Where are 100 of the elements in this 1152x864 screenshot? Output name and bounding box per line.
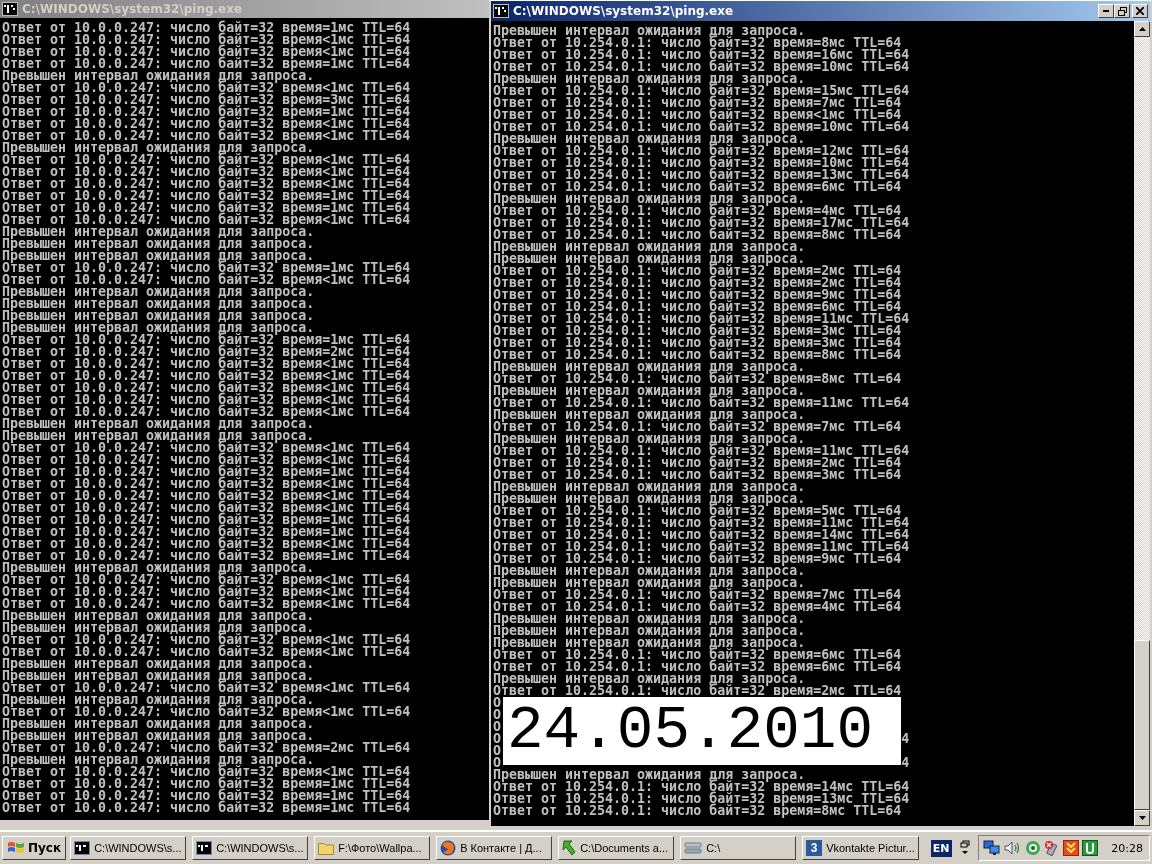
scroll-up-button[interactable] <box>1134 21 1150 37</box>
console-line: Превышен интервал ожидания для запроса. <box>2 298 316 310</box>
arrow-icon <box>562 840 577 856</box>
minimize-button[interactable] <box>1098 4 1114 18</box>
console-line: Превышен интервал ожидания для запроса. <box>493 481 806 493</box>
console-line: Превышен интервал ожидания для запроса. <box>493 625 807 637</box>
globe-icon <box>440 840 457 856</box>
console-line: Превышен интервал ожидания для запроса. <box>493 193 806 205</box>
console-line: Превышен интервал ожидания для запроса. <box>2 238 316 250</box>
console-line: Ответ от 10.0.0.247: число байт=32 время<1мс TTL=64 <box>2 646 412 658</box>
console-line: Превышен интервал ожидания для запроса. <box>493 241 806 253</box>
scrollbar[interactable] <box>1134 21 1150 826</box>
console-line: Превышен интервал ожидания для запроса. <box>2 430 315 442</box>
start-button[interactable]: Пуск <box>2 836 67 860</box>
restore-icon <box>1117 6 1127 16</box>
console-line: О <box>493 757 501 769</box>
console-line: Превышен интервал ожидания для запроса. <box>2 718 315 730</box>
console-line: Ответ от 10.254.0.1: число байт=32 время=8мс TTL=64 <box>493 229 903 241</box>
taskbar-button[interactable]: C:\WINDOWS\s... <box>70 836 187 860</box>
console-line: О <box>493 697 501 709</box>
console-line: Превышен интервал ожидания для запроса. <box>2 310 316 322</box>
up-arrow-icon <box>1138 27 1146 31</box>
console-line: 4 <box>901 733 910 745</box>
console-line: Превышен интервал ожидания для запроса. <box>493 73 806 85</box>
ring-icon[interactable] <box>1025 840 1042 856</box>
console-line: Ответ от 10.0.0.247: число байт=32 время<1мс TTL=64 <box>2 274 412 286</box>
download-icon[interactable] <box>1063 840 1080 856</box>
restore-button[interactable] <box>1114 4 1130 18</box>
console-line: Превышен интервал ожидания для запроса. <box>493 25 806 37</box>
console-line: Ответ от 10.254.0.1: число байт=32 время=8мс TTL=64 <box>493 805 903 817</box>
console-line: Превышен интервал ожидания для запроса. <box>493 493 806 505</box>
scroll-thumb[interactable] <box>1134 640 1150 810</box>
taskbar-button[interactable]: В Контакте | Д... <box>436 836 553 860</box>
console-line: О <box>493 709 501 721</box>
console-line: Превышен интервал ожидания для запроса. <box>2 658 315 670</box>
taskbar-button[interactable]: C:\Documents a... <box>558 836 675 860</box>
console-line: Превышен интервал ожидания для запроса. <box>2 418 315 430</box>
console-line: Превышен интервал ожидания для запроса. <box>493 409 806 421</box>
date-stamp: 24.05.2010 <box>503 697 901 765</box>
console-line: Превышен интервал ожидания для запроса. <box>493 613 806 625</box>
torrent-icon[interactable] <box>1082 840 1099 856</box>
console-icon <box>196 841 213 855</box>
console-line: Превышен интервал ожидания для запроса. <box>2 562 315 574</box>
console-line: Превышен интервал ожидания для запроса. <box>493 577 806 589</box>
console-line: Ответ от 10.254.0.1: число байт=32 время=7мс TTL=64 <box>493 421 903 433</box>
console-line: Превышен интервал ожидания для запроса. <box>493 133 806 145</box>
down-arrow-icon <box>1138 816 1146 820</box>
console-line: Превышен интервал ожидания для запроса. <box>2 70 315 82</box>
taskbar-button[interactable]: C:\WINDOWS\s... <box>192 836 309 860</box>
number-icon: 3 <box>806 840 823 856</box>
console-line: Ответ от 10.254.0.1: число байт=32 время=6мс TTL=64 <box>493 661 903 673</box>
console-line: О <box>493 745 501 757</box>
console-line: Превышен интервал ожидания для запроса. <box>2 286 315 298</box>
console-line: 4 <box>901 757 910 769</box>
console-line: О <box>493 733 501 745</box>
console-line: Ответ от 10.0.0.247: число байт=32 время=1мс TTL=64 <box>2 58 412 70</box>
console-line: Превышен интервал ожидания для запроса. <box>493 673 806 685</box>
console-line: Ответ от 10.0.0.247: число байт=32 время=1мс TTL=64 <box>2 802 412 814</box>
console-icon <box>2 2 18 16</box>
console-line: Ответ от 10.254.0.1: число байт=32 время=3мс TTL=64 <box>493 469 903 481</box>
console-line: Ответ от 10.0.0.247: число байт=32 время=1мс TTL=64 <box>2 550 412 562</box>
console-line: Ответ от 10.0.0.247: число байт=32 время<1мс TTL=64 <box>2 598 412 610</box>
scroll-down-button[interactable] <box>1134 810 1150 826</box>
console-icon <box>493 4 509 18</box>
window-title: C:\WINDOWS\system32\ping.exe <box>22 2 243 16</box>
close-button[interactable] <box>1132 4 1148 18</box>
console-line: Превышен интервал ожидания для запроса. <box>2 142 315 154</box>
console-line: Превышен интервал ожидания для запроса. <box>493 769 806 781</box>
console-line: Превышен интервал ожидания для запроса. <box>2 226 315 238</box>
windows-switch-icon[interactable] <box>959 840 970 856</box>
window-title: C:\WINDOWS\system32\ping.exe <box>513 4 734 18</box>
console-line: Ответ от 10.254.0.1: число байт=32 время=2мс TTL=64 <box>493 685 903 697</box>
console-line: Ответ от 10.0.0.247: число байт=32 время<1мс TTL=64 <box>2 706 412 718</box>
console-line: Превышен интервал ожидания для запроса. <box>2 730 315 742</box>
console-icon <box>74 841 91 855</box>
taskbar-button[interactable]: F:\Фото\Wallpa... <box>314 836 431 860</box>
console-line: О <box>493 721 501 733</box>
taskbar-button[interactable]: C:\ <box>680 836 797 860</box>
minimize-icon <box>1103 10 1109 12</box>
console-line: Ответ от 10.254.0.1: число байт=32 время=8мс TTL=64 <box>493 373 903 385</box>
console-line: Ответ от 10.254.0.1: число байт=32 время=4мс TTL=64 <box>493 601 903 613</box>
console-line: Ответ от 10.254.0.1: число байт=32 время=11мс TTL=64 <box>493 397 911 409</box>
console-line: Ответ от 10.254.0.1: число байт=32 время=8мс TTL=64 <box>493 349 903 361</box>
console-line: Ответ от 10.0.0.247: число байт=32 время<1мс TTL=64 <box>2 406 412 418</box>
console-line: Превышен интервал ожидания для запроса. <box>493 253 806 265</box>
console-line: Превышен интервал ожидания для запроса. <box>493 361 806 373</box>
console-line: Ответ от 10.254.0.1: число байт=32 время=10мс TTL=64 <box>493 121 911 133</box>
console-line: Ответ от 10.0.0.247: число байт=32 время<1мс TTL=64 <box>2 682 412 694</box>
console-line: Ответ от 10.0.0.247: число байт=32 время<1мс TTL=64 <box>2 214 412 226</box>
console-line: Превышен интервал ожидания для запроса. <box>2 694 315 706</box>
console-line: Превышен интервал ожидания для запроса. <box>493 637 806 649</box>
console-line: Ответ от 10.0.0.247: число байт=32 время<1мс TTL=64 <box>2 130 412 142</box>
console-line: Превышен интервал ожидания для запроса. <box>2 610 315 622</box>
console-line: Превышен интервал ожидания для запроса. <box>493 565 806 577</box>
taskbar-button[interactable]: 3 Vkontakte Pictur... <box>802 836 919 860</box>
language-indicator[interactable]: EN <box>930 839 952 857</box>
network-icon[interactable] <box>983 840 1002 856</box>
console-line: Превышен интервал ожидания для запроса. <box>2 622 315 634</box>
console-line: Превышен интервал ожидания для запроса. <box>2 322 315 334</box>
clock[interactable]: 20:28 <box>1111 841 1143 855</box>
